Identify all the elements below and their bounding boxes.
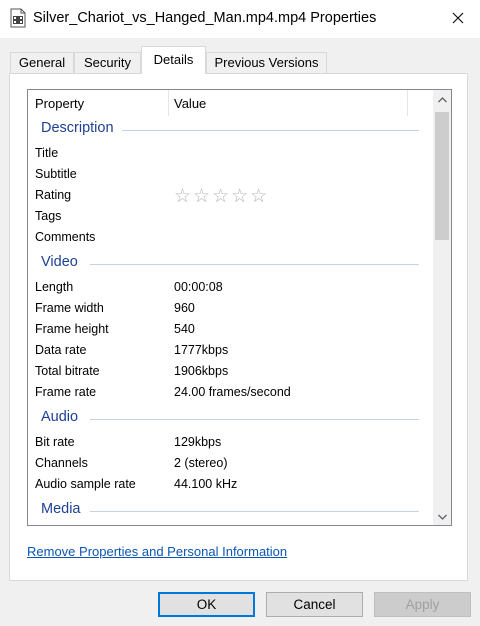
property-name: Tags — [35, 209, 62, 223]
list-item[interactable]: Length 00:00:08 — [35, 278, 430, 299]
property-name: Length — [35, 280, 74, 294]
group-description: Description — [28, 120, 433, 140]
properties-list[interactable]: Property Value Description Title Subtitl… — [27, 89, 452, 526]
list-item[interactable]: Frame width 960 — [35, 299, 430, 320]
column-header-value[interactable]: Value — [174, 96, 206, 111]
group-divider — [90, 264, 419, 265]
details-panel: Property Value Description Title Subtitl… — [9, 73, 468, 581]
property-value: 960 — [174, 301, 195, 315]
property-value: 2 (stereo) — [174, 456, 228, 470]
property-name: Frame rate — [35, 385, 97, 399]
group-divider — [90, 419, 419, 420]
group-video: Video — [28, 254, 433, 274]
property-name: Frame width — [35, 301, 104, 315]
property-name: Title — [35, 146, 59, 160]
cancel-button[interactable]: Cancel — [266, 592, 363, 617]
close-button[interactable] — [436, 0, 480, 38]
property-value: 24.00 frames/second — [174, 385, 291, 399]
list-item[interactable]: Comments — [35, 228, 430, 249]
list-item[interactable]: Data rate 1777kbps — [35, 341, 430, 362]
group-title: Audio — [41, 409, 79, 425]
property-value: 540 — [174, 322, 195, 336]
list-item[interactable]: Total bitrate 1906kbps — [35, 362, 430, 383]
group-divider — [90, 511, 419, 512]
list-item[interactable]: Bit rate 129kbps — [35, 433, 430, 454]
property-name: Frame height — [35, 322, 109, 336]
property-value: 1906kbps — [174, 364, 229, 378]
property-value: 129kbps — [174, 435, 222, 449]
rating-stars[interactable]: ☆☆☆☆☆ — [174, 185, 269, 208]
property-value: 00:00:08 — [174, 280, 223, 294]
scroll-down-button[interactable] — [433, 507, 451, 525]
property-name: Total bitrate — [35, 364, 100, 378]
list-item[interactable]: Subtitle — [35, 165, 430, 186]
property-value: 1777kbps — [174, 343, 229, 357]
group-audio: Audio — [28, 409, 433, 429]
column-divider[interactable] — [168, 90, 169, 116]
title-bar: Silver_Chariot_vs_Hanged_Man.mp4.mp4 Pro… — [0, 0, 480, 38]
property-value: 44.100 kHz — [174, 477, 238, 491]
tab-previous-versions[interactable]: Previous Versions — [206, 52, 327, 73]
property-name: Rating — [35, 188, 72, 202]
property-name: Channels — [35, 456, 88, 470]
ok-button[interactable]: OK — [158, 592, 255, 617]
chevron-up-icon — [437, 92, 447, 106]
scrollbar-thumb[interactable] — [435, 112, 449, 240]
vertical-scrollbar[interactable] — [433, 90, 451, 525]
column-divider[interactable] — [407, 90, 408, 116]
list-item[interactable]: Rating ☆☆☆☆☆ — [35, 186, 430, 207]
tab-general[interactable]: General — [10, 52, 74, 73]
list-item[interactable]: Tags — [35, 207, 430, 228]
group-media: Media — [28, 501, 433, 521]
property-name: Subtitle — [35, 167, 77, 181]
apply-button[interactable]: Apply — [374, 592, 471, 617]
tab-security[interactable]: Security — [74, 52, 141, 73]
close-icon — [452, 12, 464, 27]
list-item[interactable]: Channels 2 (stereo) — [35, 454, 430, 475]
window-title: Silver_Chariot_vs_Hanged_Man.mp4.mp4 Pro… — [33, 10, 377, 26]
tab-details[interactable]: Details — [141, 46, 206, 74]
list-item[interactable]: Title — [35, 144, 430, 165]
mp4-file-icon — [10, 8, 26, 28]
group-divider — [122, 130, 419, 131]
property-name: Audio sample rate — [35, 477, 136, 491]
group-title: Media — [41, 501, 81, 517]
chevron-down-icon — [437, 509, 447, 523]
scroll-up-button[interactable] — [433, 90, 451, 108]
list-item[interactable]: Frame rate 24.00 frames/second — [35, 383, 430, 404]
group-title: Video — [41, 254, 78, 270]
property-name: Data rate — [35, 343, 87, 357]
column-header-property[interactable]: Property — [35, 96, 84, 111]
list-item[interactable]: Audio sample rate 44.100 kHz — [35, 475, 430, 496]
list-header: Property Value — [28, 90, 433, 116]
group-title: Description — [41, 120, 114, 136]
list-item[interactable]: Frame height 540 — [35, 320, 430, 341]
remove-properties-link[interactable]: Remove Properties and Personal Informati… — [27, 544, 287, 559]
property-name: Bit rate — [35, 435, 75, 449]
property-name: Comments — [35, 230, 96, 244]
